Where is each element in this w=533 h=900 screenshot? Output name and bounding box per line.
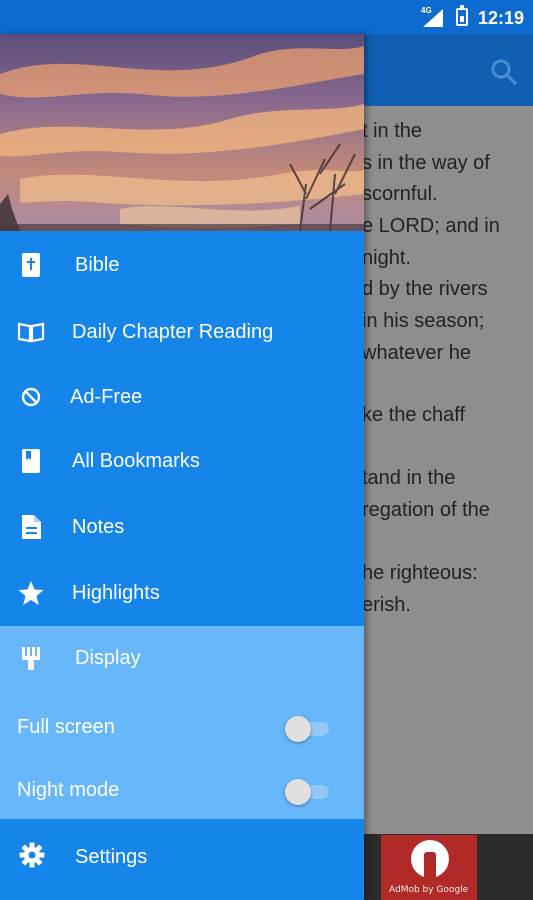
verse-line: tand in the xyxy=(362,467,456,489)
menu-item-daily-chapter-reading[interactable]: Daily Chapter Reading xyxy=(0,300,364,364)
display-settings-panel: Display Full screen Night mode xyxy=(0,626,364,819)
verse-line: s in the way of xyxy=(362,152,490,174)
toggle-thumb xyxy=(285,716,311,742)
star-icon xyxy=(18,581,44,605)
block-icon xyxy=(21,387,41,407)
network-type: 4G xyxy=(421,6,432,15)
menu-item-ad-free[interactable]: Ad-Free xyxy=(0,365,364,429)
menu-item-label: Display xyxy=(75,647,141,669)
verse-line: regation of the xyxy=(362,499,490,521)
note-document-icon xyxy=(22,515,41,539)
menu-item-settings[interactable]: Settings xyxy=(0,819,364,900)
gear-icon xyxy=(19,842,45,868)
bookmark-book-icon xyxy=(22,449,40,473)
open-book-icon xyxy=(17,322,45,343)
verse-line: night. xyxy=(362,247,411,269)
verse-line: in his season; xyxy=(362,310,485,332)
paint-brush-icon xyxy=(22,647,40,670)
full-screen-label: Full screen xyxy=(17,716,115,738)
menu-item-highlights[interactable]: Highlights xyxy=(0,561,364,625)
night-mode-row: Night mode xyxy=(0,761,364,821)
sunset-header-image xyxy=(0,34,364,231)
full-screen-row: Full screen xyxy=(0,698,364,758)
verse-line: ke the chaff xyxy=(362,404,466,426)
menu-item-label: All Bookmarks xyxy=(72,450,200,472)
verse-line: d by the rivers xyxy=(362,278,488,300)
admob-ad-logo[interactable]: AdMob by Google xyxy=(381,835,477,900)
menu-item-all-bookmarks[interactable]: All Bookmarks xyxy=(0,429,364,493)
night-mode-toggle[interactable] xyxy=(285,779,329,805)
verse-line: e LORD; and in xyxy=(362,215,500,237)
verse-line: scornful. xyxy=(362,183,438,205)
menu-item-label: Highlights xyxy=(72,582,160,604)
verse-line: he righteous: xyxy=(362,562,478,584)
verse-line: whatever he xyxy=(362,342,471,364)
bible-book-icon xyxy=(22,253,40,277)
verse-line: t in the xyxy=(362,120,423,142)
battery-icon xyxy=(456,5,468,26)
menu-item-label: Daily Chapter Reading xyxy=(72,321,274,343)
ad-brand-icon xyxy=(411,840,449,878)
status-bar: 4G 12:19 xyxy=(0,0,533,34)
full-screen-toggle[interactable] xyxy=(285,716,329,742)
menu-item-notes[interactable]: Notes xyxy=(0,495,364,559)
menu-item-label: Bible xyxy=(75,254,120,276)
navigation-drawer: Bible Daily Chapter Reading Ad-Free All … xyxy=(0,34,364,900)
search-icon[interactable] xyxy=(490,58,518,86)
menu-item-label: Ad-Free xyxy=(70,386,143,408)
menu-item-label: Notes xyxy=(72,516,125,538)
menu-item-display[interactable]: Display xyxy=(0,626,364,690)
night-mode-label: Night mode xyxy=(17,779,120,801)
ad-caption: AdMob by Google xyxy=(389,885,469,895)
toggle-thumb xyxy=(285,779,311,805)
menu-item-bible[interactable]: Bible xyxy=(0,233,364,297)
clock: 12:19 xyxy=(478,8,525,28)
verse-line: erish. xyxy=(362,594,411,616)
menu-item-label: Settings xyxy=(75,846,148,868)
